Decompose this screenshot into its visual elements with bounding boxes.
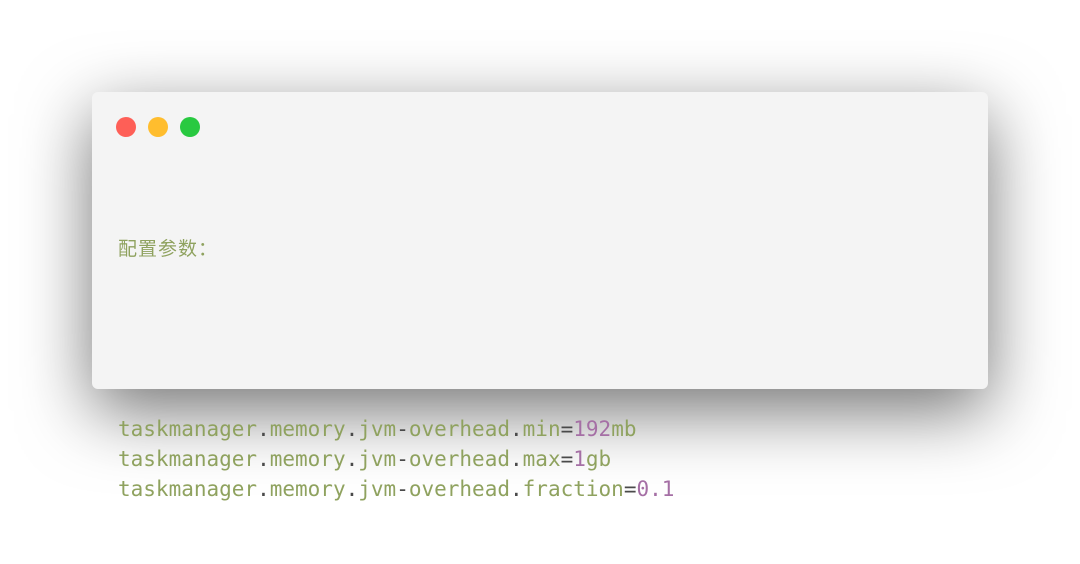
code-token-punctuation: . [257,477,270,501]
code-token-punctuation: . [345,447,359,471]
code-token-punctuation: - [396,417,409,441]
code-token-punctuation: = [560,447,574,471]
code-token-identifier: memory [269,477,346,501]
code-token-identifier: overhead [408,477,510,501]
code-body: 配置参数： taskmanager.memory.jvm-overhead.mi… [118,174,674,564]
code-token-identifier: gb [585,447,612,471]
code-token-identifier: fraction [522,477,624,501]
code-token-identifier: memory [269,447,346,471]
code-token-punctuation: . [257,417,270,441]
code-token-identifier: min [522,417,561,441]
code-token-punctuation: . [510,447,523,471]
zoom-button[interactable] [180,117,200,137]
code-token-identifier: max [522,447,561,471]
code-token-punctuation: . [345,417,359,441]
close-button[interactable] [116,117,136,137]
code-token-identifier: overhead [408,447,510,471]
code-token-identifier: jvm [358,477,397,501]
code-token-number: 192 [573,417,612,441]
code-token-identifier: taskmanager [118,447,258,471]
code-token-identifier: jvm [358,447,397,471]
code-line: taskmanager.memory.jvm-overhead.max=1gb [118,444,674,474]
code-token-punctuation: . [257,447,270,471]
code-token-number: 0.1 [636,477,675,501]
code-line: taskmanager.memory.jvm-overhead.fraction… [118,474,674,504]
code-token-punctuation: . [510,477,523,501]
code-token-punctuation: = [623,477,637,501]
code-comment: 配置参数： [118,238,219,260]
code-token-identifier: mb [611,417,637,441]
code-line: taskmanager.memory.jvm-overhead.min=192m… [118,414,674,444]
code-token-punctuation: - [396,477,409,501]
window-controls [116,117,212,137]
code-token-punctuation: - [396,447,409,471]
code-token-punctuation: . [510,417,523,441]
code-token-identifier: taskmanager [118,417,258,441]
code-token-identifier: taskmanager [118,477,258,501]
code-token-identifier: memory [269,417,346,441]
code-lines: taskmanager.memory.jvm-overhead.min=192m… [118,414,674,504]
code-token-identifier: jvm [358,417,397,441]
code-token-number: 1 [573,447,586,471]
minimize-button[interactable] [148,117,168,137]
code-token-punctuation: = [560,417,574,441]
code-token-punctuation: . [345,477,359,501]
code-token-identifier: overhead [408,417,510,441]
code-window: 配置参数： taskmanager.memory.jvm-overhead.mi… [92,92,988,501]
